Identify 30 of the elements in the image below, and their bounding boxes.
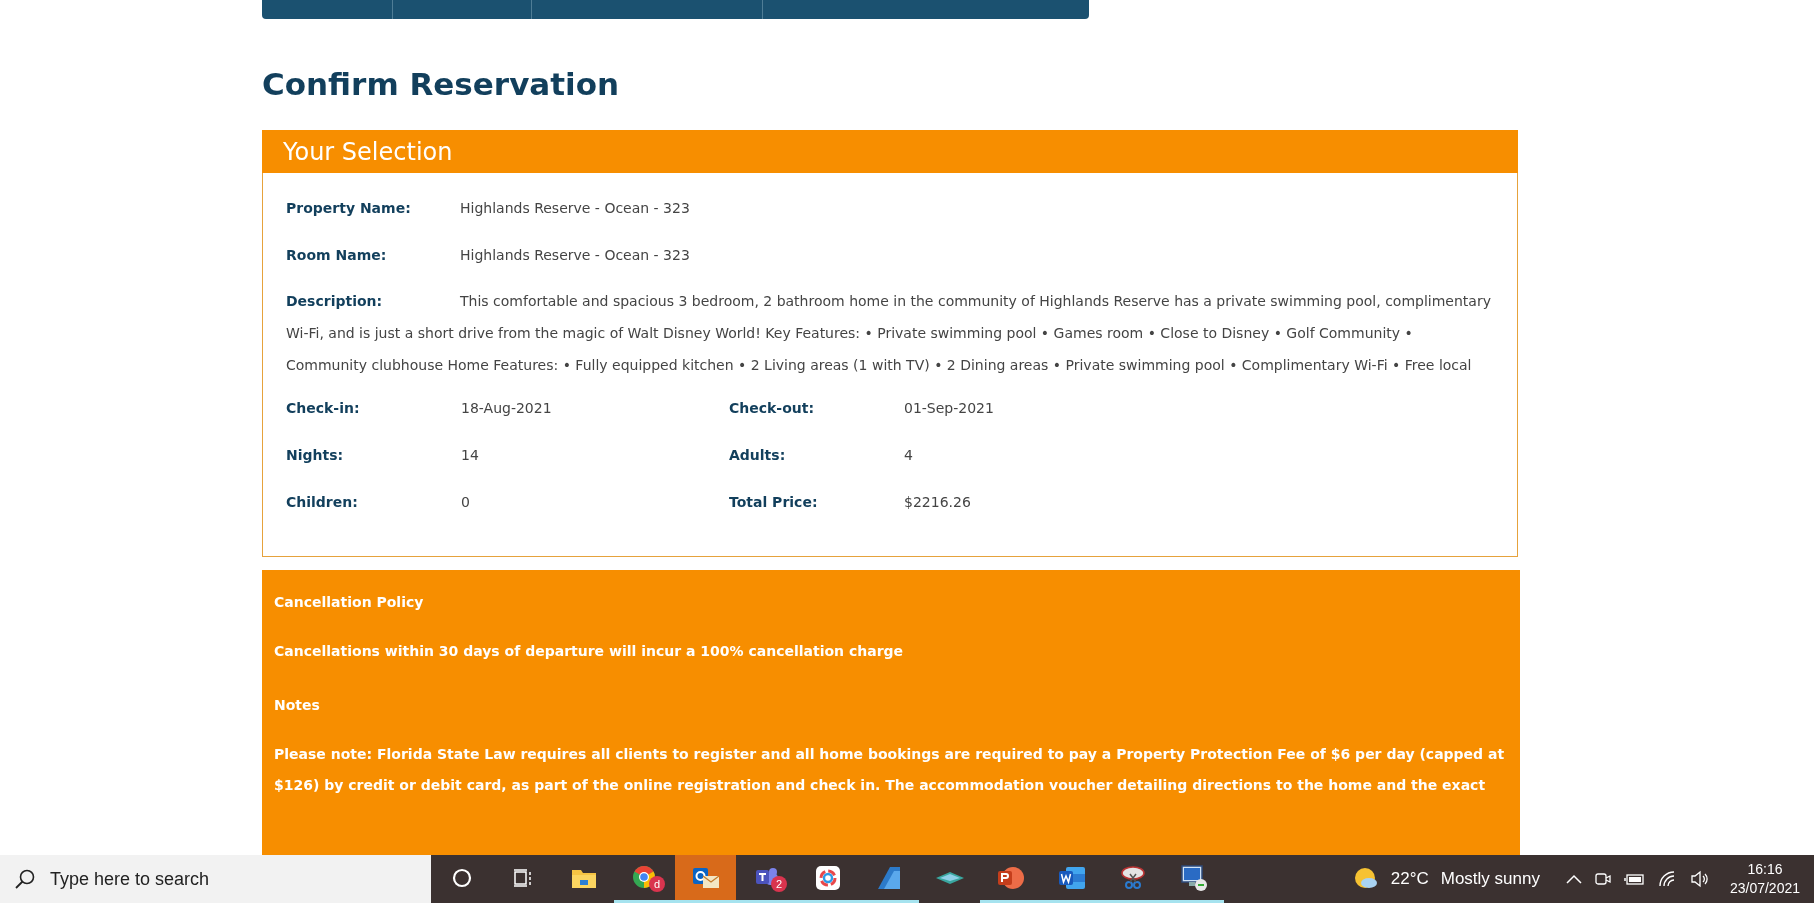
section-heading: Cancellation Policy [274, 593, 425, 612]
notification-badge: 2 [771, 876, 787, 892]
field-label: Property Name: [286, 199, 412, 218]
field-value: Highlands Reserve - Ocean - 323 [460, 199, 690, 218]
field-label: Adults: [729, 446, 787, 465]
field-value: 01-Sep-2021 [904, 399, 994, 418]
field-label: Nights: [286, 446, 345, 465]
field-value: 18-Aug-2021 [461, 399, 552, 418]
clock[interactable]: 16:16 23/07/2021 [1729, 860, 1800, 898]
field-label: Check-out: [729, 399, 816, 418]
taskbar-app[interactable]: 2 [736, 855, 797, 903]
field-label: Total Price: [729, 493, 819, 512]
field-label: Check-in: [286, 399, 361, 418]
field-value: 14 [461, 446, 479, 465]
policy-text: Cancellations within 30 days of departure will incur a 100% cancellation charge [274, 642, 905, 661]
field-value: $2216.26 [904, 493, 971, 512]
notification-badge: d [649, 876, 665, 892]
field-label: Children: [286, 493, 359, 512]
policy-text: Please note: Florida State Law requires all clients to register and all home bookings are required to pay a Property Protection Fee of $6 per day (capped at $126) by credit or debit card, as part of the online registration and check in. The accommodation voucher detailing directions to the home and the exact [274, 745, 1506, 795]
description-text: Description: This comfortable and spacious 3 bedroom, 2 bathroom home in the community of Highlands Reserve has a private swimming pool, complimentary Wi-Fi, and is just a short drive from the magic of Walt Disney World! Key Features: • Private swimming pool • Games room • Close to Disney • Golf Community • Community clubhouse Home Features: • Fully equipped kitchen • 2 Living areas (1 with TV) • 2 Dining areas • Private swimming pool • Complimentary Wi-Fi • Free local [286, 292, 1492, 375]
field-value: 0 [461, 493, 470, 512]
field-label: Room Name: [286, 246, 388, 265]
search-field[interactable]: Type here to search [0, 855, 431, 903]
page-title: Confirm Reservation [262, 69, 621, 100]
panel-header: Your Selection [262, 130, 1518, 173]
weather-condition: Mostly sunny [1440, 868, 1540, 891]
field-value: Highlands Reserve - Ocean - 323 [460, 246, 690, 265]
field-value: 4 [904, 446, 913, 465]
section-heading: Notes [274, 696, 321, 715]
temperature: 22°C [1390, 868, 1429, 891]
